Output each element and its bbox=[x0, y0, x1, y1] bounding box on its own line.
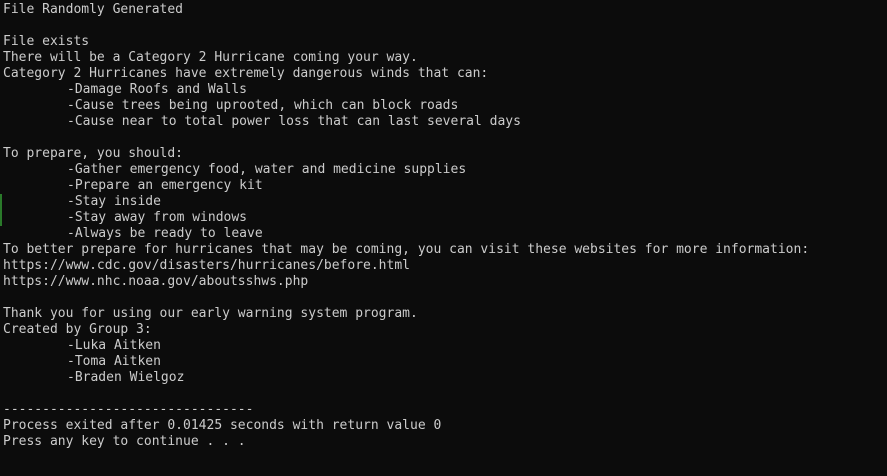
console-line: https://www.cdc.gov/disasters/hurricanes… bbox=[3, 258, 410, 273]
console-line: Category 2 Hurricanes have extremely dan… bbox=[3, 66, 489, 81]
console-line: There will be a Category 2 Hurricane com… bbox=[3, 50, 418, 65]
left-edge-marker bbox=[0, 210, 2, 226]
console-line: File Randomly Generated bbox=[3, 2, 184, 17]
console-line: Created by Group 3: bbox=[3, 322, 152, 337]
console-line: -Stay away from windows bbox=[67, 210, 248, 225]
console-line: -Damage Roofs and Walls bbox=[67, 82, 248, 97]
console-line: -Stay inside bbox=[67, 194, 161, 209]
console-line: To better prepare for hurricanes that ma… bbox=[3, 242, 810, 257]
console-line: -Prepare an emergency kit bbox=[67, 178, 263, 193]
console-line: File exists bbox=[3, 34, 90, 49]
left-edge-marker bbox=[0, 194, 2, 210]
console-line: -------------------------------- bbox=[3, 402, 254, 417]
console-line: -Toma Aitken bbox=[67, 354, 161, 369]
console-line: -Cause near to total power loss that can… bbox=[67, 114, 521, 129]
console-output: File Randomly Generated File exists There … bbox=[3, 2, 887, 450]
console-line: -Luka Aitken bbox=[67, 338, 161, 353]
console-window[interactable]: File Randomly Generated File exists There … bbox=[0, 0, 887, 476]
console-line: Thank you for using our early warning sy… bbox=[3, 306, 418, 321]
console-line: https://www.nhc.noaa.gov/aboutsshws.php bbox=[3, 274, 309, 289]
console-line: -Cause trees being uprooted, which can b… bbox=[67, 98, 459, 113]
console-line: Process exited after 0.01425 seconds wit… bbox=[3, 418, 442, 433]
console-line: -Always be ready to leave bbox=[67, 226, 263, 241]
console-line: -Braden Wielgoz bbox=[67, 370, 185, 385]
console-line: To prepare, you should: bbox=[3, 146, 184, 161]
console-line: -Gather emergency food, water and medici… bbox=[67, 162, 467, 177]
console-line: Press any key to continue . . . bbox=[3, 434, 246, 449]
